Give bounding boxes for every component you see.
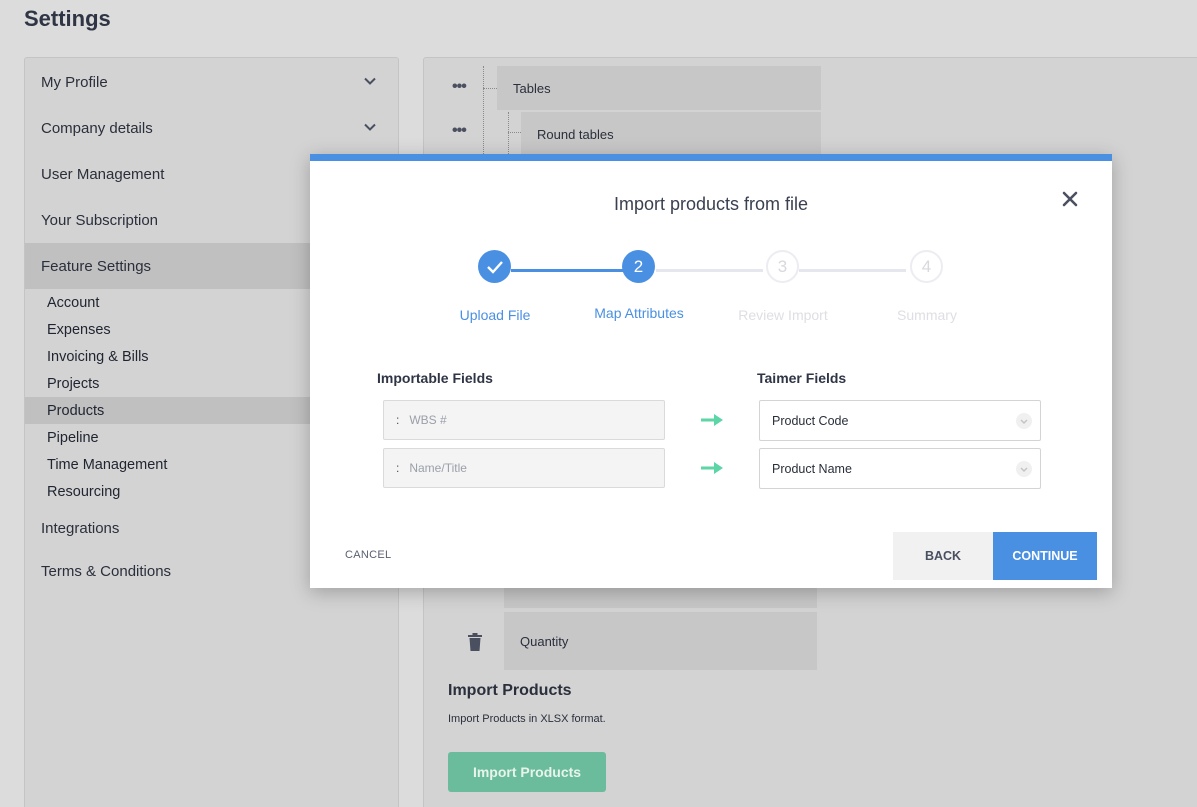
- taimer-fields-header: Taimer Fields: [757, 370, 847, 386]
- sidebar-subitem-label: Products: [47, 402, 105, 419]
- importable-field: : WBS #: [383, 400, 665, 440]
- sidebar-item-label: Terms & Conditions: [41, 562, 172, 580]
- taimer-field-value: Product Code: [772, 413, 849, 428]
- sidebar-item-label: Your Subscription: [41, 211, 159, 229]
- step-label: Review Import: [738, 307, 828, 323]
- dropdown-icon[interactable]: [1016, 461, 1032, 477]
- modal-title: Import products from file: [613, 194, 809, 214]
- tree-row-label: Round tables: [537, 126, 614, 142]
- sidebar-item-label: Company details: [41, 119, 153, 137]
- taimer-field-value: Product Name: [772, 461, 852, 476]
- stepper-connector: [656, 269, 763, 272]
- cancel-button[interactable]: CANCEL: [345, 549, 391, 561]
- import-products-button[interactable]: Import Products: [448, 752, 606, 792]
- sidebar-item-label: Feature Settings: [41, 257, 152, 275]
- tree-row-partial: [504, 588, 817, 608]
- taimer-field-select[interactable]: Product Name: [759, 448, 1041, 489]
- more-options-icon[interactable]: •••: [452, 122, 467, 140]
- importable-field-label: Name/Title: [409, 461, 467, 475]
- arrow-right-icon: [701, 462, 723, 474]
- tree-connector: [483, 88, 497, 89]
- importable-fields-header: Importable Fields: [377, 370, 493, 386]
- sidebar-item-label: My Profile: [41, 73, 108, 91]
- step-label: Upload File: [459, 307, 531, 323]
- checkmark-icon: [486, 260, 503, 274]
- importable-field-label: WBS #: [409, 413, 447, 427]
- chevron-down-icon: [364, 77, 376, 85]
- import-modal: Import products from file 2 3 4 Upload F…: [310, 154, 1112, 588]
- step-done-circle: [478, 250, 511, 283]
- stepper-connector: [799, 269, 906, 272]
- tree-connector: [483, 66, 484, 156]
- import-section-title: Import Products: [448, 682, 572, 699]
- sidebar-subitem-label: Resourcing: [47, 483, 121, 500]
- taimer-field-select[interactable]: Product Code: [759, 400, 1041, 441]
- field-colon: :: [396, 461, 400, 475]
- stepper-connector: [511, 269, 623, 272]
- sidebar-item-company-details[interactable]: Company details: [25, 105, 398, 151]
- import-section-description: Import Products in XLSX format.: [448, 713, 606, 725]
- sidebar-subitem-label: Pipeline: [47, 429, 99, 446]
- step-circle: 2: [622, 250, 655, 283]
- tree-row[interactable]: Tables: [497, 66, 821, 110]
- dropdown-icon[interactable]: [1016, 413, 1032, 429]
- continue-button[interactable]: CONTINUE: [993, 532, 1097, 580]
- arrow-right-icon: [701, 414, 723, 426]
- sidebar-item-my-profile[interactable]: My Profile: [25, 59, 398, 105]
- step-label: Map Attributes: [594, 305, 684, 321]
- more-options-icon[interactable]: •••: [452, 78, 467, 96]
- tree-row-label: Quantity: [520, 633, 569, 649]
- step-circle: 3: [766, 250, 799, 283]
- back-button[interactable]: BACK: [893, 532, 993, 580]
- trash-icon[interactable]: [468, 633, 482, 651]
- step-label: Summary: [897, 307, 957, 323]
- sidebar-subitem-label: Invoicing & Bills: [47, 348, 149, 365]
- tree-connector: [508, 112, 509, 156]
- tree-row[interactable]: Quantity: [504, 612, 817, 670]
- close-icon[interactable]: [1061, 190, 1079, 208]
- field-colon: :: [396, 413, 400, 427]
- tree-connector: [508, 132, 521, 133]
- step-circle: 4: [910, 250, 943, 283]
- sidebar-subitem-label: Time Management: [47, 456, 168, 473]
- importable-field: : Name/Title: [383, 448, 665, 488]
- tree-row-label: Tables: [513, 80, 551, 96]
- sidebar-subitem-label: Projects: [47, 375, 100, 392]
- tree-row[interactable]: Round tables: [521, 112, 821, 156]
- sidebar-item-label: Integrations: [41, 519, 120, 537]
- chevron-down-icon: [364, 123, 376, 131]
- sidebar-subitem-label: Expenses: [47, 321, 111, 338]
- sidebar-subitem-label: Account: [47, 294, 100, 311]
- sidebar-item-label: User Management: [41, 165, 165, 183]
- page-title: Settings: [24, 6, 111, 31]
